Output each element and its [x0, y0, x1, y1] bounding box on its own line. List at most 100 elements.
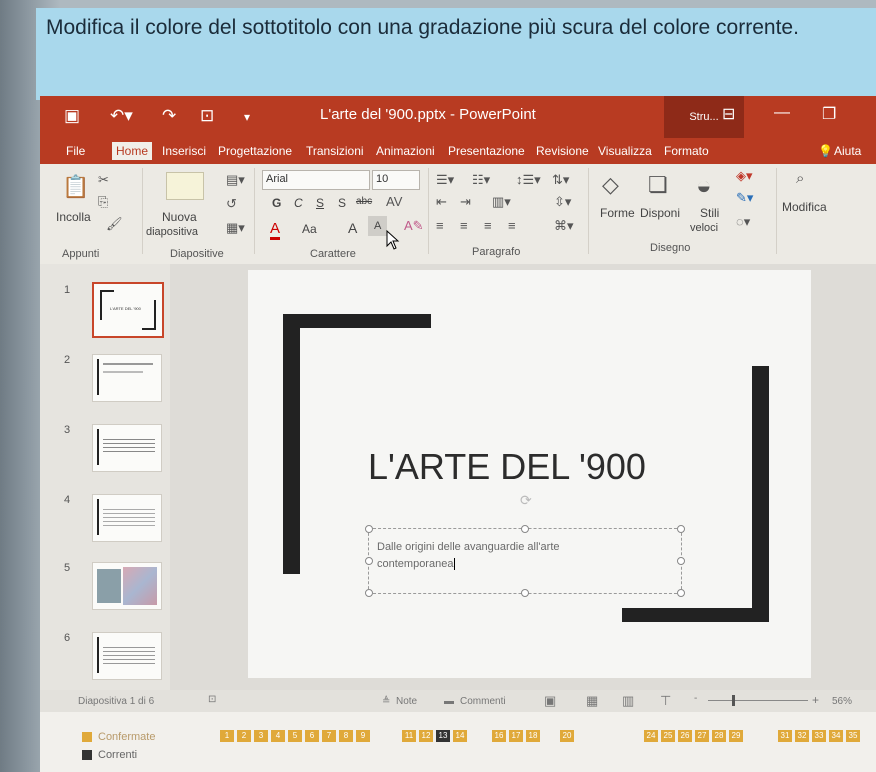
cut-icon[interactable]: ✂: [98, 172, 109, 188]
subtitle-line-2[interactable]: contemporanea: [377, 558, 453, 570]
font-name-select[interactable]: Arial: [262, 170, 370, 190]
font-size-select[interactable]: 10: [372, 170, 420, 190]
tab-design[interactable]: Progettazione: [218, 144, 292, 158]
customize-qat-icon[interactable]: ▾: [244, 110, 250, 124]
resize-handle[interactable]: [677, 589, 685, 597]
resize-handle[interactable]: [521, 589, 529, 597]
reading-view-icon[interactable]: ▥: [622, 693, 634, 709]
shape-fill-icon[interactable]: ◈▾: [736, 168, 753, 184]
tell-me-search[interactable]: Aiuta: [834, 144, 861, 158]
zoom-slider[interactable]: [708, 700, 808, 701]
justify-icon[interactable]: ≡: [508, 218, 516, 233]
italic-button[interactable]: C: [294, 196, 303, 210]
change-case-button[interactable]: Aa: [302, 222, 317, 236]
columns-icon[interactable]: ▥▾: [492, 194, 511, 210]
shapes-button[interactable]: Forme: [600, 206, 635, 220]
bold-button[interactable]: G: [272, 196, 281, 210]
copy-icon[interactable]: ⎘: [98, 194, 108, 210]
tab-animations[interactable]: Animazioni: [376, 144, 435, 158]
resize-handle[interactable]: [365, 557, 373, 565]
tab-file[interactable]: File: [66, 144, 85, 158]
rotate-handle-icon[interactable]: ⟳: [520, 492, 532, 509]
char-spacing-icon[interactable]: AV: [386, 194, 402, 209]
grow-font-button[interactable]: A: [348, 220, 357, 236]
slide-thumbnail-3[interactable]: [92, 424, 162, 472]
zoom-out-button[interactable]: -: [694, 693, 697, 704]
zoom-slider-thumb[interactable]: [732, 695, 735, 706]
tab-transitions[interactable]: Transizioni: [306, 144, 364, 158]
minimize-icon[interactable]: —: [774, 104, 790, 122]
zoom-level[interactable]: 56%: [832, 696, 852, 707]
slide-thumbnail-2[interactable]: [92, 354, 162, 402]
tab-insert[interactable]: Inserisci: [162, 144, 206, 158]
notes-icon[interactable]: ≜: [382, 696, 390, 707]
new-slide-icon[interactable]: [166, 172, 204, 200]
underline-button[interactable]: S: [316, 196, 324, 210]
redo-icon[interactable]: ↷: [162, 106, 176, 126]
notes-button[interactable]: Note: [396, 696, 417, 707]
slideshow-icon[interactable]: ⊤: [660, 693, 671, 709]
shape-outline-icon[interactable]: ✎▾: [736, 190, 753, 206]
resize-handle[interactable]: [677, 525, 685, 533]
text-direction-icon[interactable]: ⇅▾: [552, 172, 569, 188]
subtitle-placeholder[interactable]: Dalle origini delle avanguardie all'arte…: [365, 525, 685, 597]
smartart-icon[interactable]: ⌘▾: [554, 218, 574, 234]
align-left-icon[interactable]: ≡: [436, 218, 444, 233]
slide-subtitle[interactable]: Dalle origini delle avanguardie all'arte…: [377, 539, 560, 573]
ribbon-display-icon[interactable]: ⊟: [722, 104, 735, 124]
increase-indent-icon[interactable]: ⇥: [460, 194, 471, 210]
tab-home[interactable]: Home: [112, 142, 153, 160]
current-slide[interactable]: L'ARTE DEL '900 ⟳ Dalle origini delle av…: [248, 270, 811, 678]
clear-formatting-icon[interactable]: A✎: [404, 218, 424, 234]
normal-view-icon[interactable]: ▣: [544, 693, 556, 709]
slide-thumbnail-4[interactable]: [92, 494, 162, 542]
arrange-icon[interactable]: ❏: [648, 172, 668, 198]
strikethrough-button[interactable]: abc: [356, 196, 372, 207]
comments-icon[interactable]: ▬: [444, 696, 454, 707]
slide-sorter-icon[interactable]: ▦: [586, 693, 598, 709]
zoom-in-button[interactable]: +: [812, 693, 819, 707]
slide-thumbnail-5[interactable]: [92, 562, 162, 610]
slide-thumbnail-1[interactable]: L'ARTE DEL '900: [92, 282, 164, 338]
slide-title[interactable]: L'ARTE DEL '900: [368, 446, 646, 488]
align-right-icon[interactable]: ≡: [484, 218, 492, 233]
font-color-icon[interactable]: A: [270, 220, 281, 240]
line-spacing-icon[interactable]: ↕☰▾: [516, 172, 541, 188]
undo-icon[interactable]: ↶▾: [110, 106, 133, 126]
tab-view[interactable]: Visualizza: [598, 144, 652, 158]
quick-styles-button-line2[interactable]: veloci: [690, 222, 718, 234]
slide-thumbnail-6[interactable]: [92, 632, 162, 680]
new-slide-button-line2[interactable]: diapositiva: [146, 226, 198, 238]
quick-styles-icon[interactable]: ◒: [696, 170, 712, 201]
resize-handle[interactable]: [677, 557, 685, 565]
format-painter-icon[interactable]: 🖌: [106, 216, 123, 232]
editing-button[interactable]: Modifica: [782, 200, 827, 214]
shapes-icon[interactable]: ◇: [602, 172, 619, 198]
reset-icon[interactable]: ↺: [226, 196, 237, 212]
decrease-indent-icon[interactable]: ⇤: [436, 194, 447, 210]
shape-effects-icon[interactable]: ◌▾: [736, 214, 750, 230]
present-icon[interactable]: ⊡: [200, 106, 214, 126]
comments-button[interactable]: Commenti: [460, 696, 506, 707]
tab-slideshow[interactable]: Presentazione: [448, 144, 525, 158]
bullets-icon[interactable]: ☰▾: [436, 172, 454, 188]
new-slide-button[interactable]: Nuova: [162, 210, 197, 224]
align-center-icon[interactable]: ≡: [460, 218, 468, 233]
resize-handle[interactable]: [521, 525, 529, 533]
align-text-icon[interactable]: ⇳▾: [554, 194, 571, 210]
quick-styles-button[interactable]: Stili: [700, 206, 719, 220]
section-icon[interactable]: ▦▾: [226, 220, 245, 236]
subtitle-line-1[interactable]: Dalle origini delle avanguardie all'arte: [377, 541, 560, 553]
numbering-icon[interactable]: ☷▾: [472, 172, 490, 188]
paste-button[interactable]: Incolla: [56, 210, 91, 224]
shrink-font-button[interactable]: A: [368, 216, 388, 236]
paste-icon[interactable]: 📋: [62, 174, 89, 200]
tab-format[interactable]: Formato: [664, 144, 709, 158]
tab-review[interactable]: Revisione: [536, 144, 589, 158]
arrange-button[interactable]: Disponi: [640, 206, 680, 220]
resize-handle[interactable]: [365, 525, 373, 533]
resize-handle[interactable]: [365, 589, 373, 597]
spellcheck-icon[interactable]: ⊡: [208, 694, 216, 705]
save-icon[interactable]: ▣: [64, 106, 80, 126]
maximize-icon[interactable]: ❐: [822, 104, 836, 124]
